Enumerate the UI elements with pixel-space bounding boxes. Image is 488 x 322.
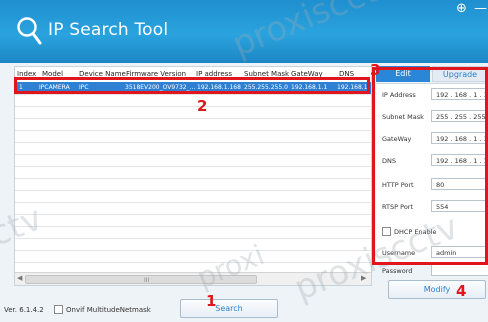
- annotation-number-1: 1: [206, 292, 217, 310]
- onvif-checkbox[interactable]: [54, 305, 63, 314]
- search-icon: [17, 17, 42, 45]
- ip-search-tool-window: IP Search Tool ⊕ — Index Model Device Na…: [0, 0, 488, 322]
- horizontal-scrollbar[interactable]: ◀ III ▶: [15, 272, 371, 285]
- onvif-multitude-netmask-option[interactable]: Onvif MultitudeNetmask: [54, 305, 151, 314]
- annotation-number-4: 4: [456, 282, 467, 300]
- scroll-left-icon[interactable]: ◀: [17, 274, 22, 282]
- scrollbar-grip: III: [144, 277, 150, 284]
- onvif-label: Onvif MultitudeNetmask: [66, 305, 151, 314]
- password-field[interactable]: [431, 264, 488, 276]
- settings-icon[interactable]: ⊕: [456, 2, 467, 15]
- modify-button[interactable]: Modify: [388, 280, 486, 299]
- password-label: Password: [382, 267, 413, 275]
- device-table: Index Model Device Name Firmware Version…: [14, 66, 372, 286]
- search-button[interactable]: Search: [180, 299, 278, 318]
- empty-table-rows: [15, 94, 371, 270]
- scroll-right-icon[interactable]: ▶: [361, 274, 366, 282]
- bottom-toolbar: Ver. 6.1.4.2 Onvif MultitudeNetmask Sear…: [0, 293, 372, 322]
- app-title: IP Search Tool: [48, 20, 169, 40]
- minimize-button[interactable]: —: [474, 2, 487, 15]
- annotation-box-device-row: [14, 77, 370, 94]
- version-label: Ver. 6.1.4.2: [4, 306, 44, 314]
- annotation-box-edit-panel: [372, 67, 488, 265]
- annotation-number-3: 3: [370, 61, 381, 79]
- annotation-number-2: 2: [197, 97, 208, 115]
- scrollbar-thumb[interactable]: III: [25, 275, 257, 284]
- title-bar: IP Search Tool ⊕ —: [0, 0, 488, 63]
